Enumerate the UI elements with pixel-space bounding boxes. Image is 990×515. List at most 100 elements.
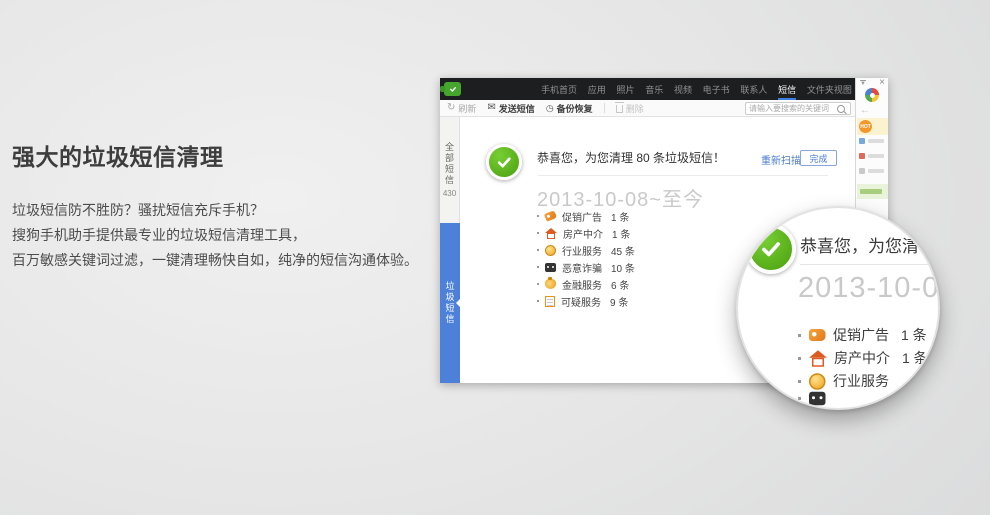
tab-folder-view[interactable]: 文件夹视图 bbox=[807, 78, 852, 100]
magnified-date: 2013-10-0 bbox=[798, 272, 939, 305]
category-label: 促销广告 bbox=[562, 209, 602, 224]
bullet bbox=[537, 300, 539, 302]
refresh-label: 刷新 bbox=[458, 102, 476, 115]
category-count: 9 条 bbox=[610, 294, 628, 309]
sidebar-item-junk-sms[interactable]: 垃圾短信 bbox=[440, 223, 460, 383]
refresh-icon bbox=[447, 103, 455, 113]
app-bullet-icon bbox=[859, 153, 865, 159]
tab-ebook[interactable]: 电子书 bbox=[703, 78, 730, 100]
category-row-industry[interactable]: 行业服务 45 条 bbox=[537, 244, 635, 256]
category-count: 1 条 bbox=[612, 226, 630, 241]
sms-sidebar: 全部短信 430 垃圾短信 bbox=[440, 117, 460, 383]
text-placeholder bbox=[868, 169, 884, 173]
app-logo-icon bbox=[444, 82, 461, 96]
delete-button[interactable]: 删除 bbox=[616, 102, 644, 115]
magnified-category-row-partial bbox=[798, 394, 825, 403]
category-row-finance[interactable]: 金融服务 6 条 bbox=[537, 278, 635, 290]
magnifier-callout: 恭喜您，为您清 2013-10-0 促销广告 1 条 房产中介 1 条 行业服务 bbox=[736, 206, 940, 410]
bullet bbox=[537, 249, 539, 251]
tab-music[interactable]: 音乐 bbox=[645, 78, 663, 100]
search-box[interactable] bbox=[745, 102, 851, 115]
marketing-line-3: 百万敏感关键词过滤，一键清理畅快自如，纯净的短信沟通体验。 bbox=[12, 248, 432, 273]
category-label: 促销广告 bbox=[833, 325, 889, 345]
category-row-suspicious[interactable]: 可疑服务 9 条 bbox=[537, 295, 635, 307]
category-list: 促销广告 1 条 房产中介 1 条 行业服务 45 条 bbox=[537, 210, 635, 307]
promo-tag-icon bbox=[809, 329, 826, 341]
send-sms-button[interactable]: 发送短信 bbox=[487, 102, 534, 115]
page-title: 强大的垃圾短信清理 bbox=[12, 138, 432, 172]
category-label: 可疑服务 bbox=[561, 294, 601, 309]
result-message: 恭喜您，为您清理 80 条垃圾短信！ bbox=[537, 149, 725, 166]
promo-list-item[interactable] bbox=[859, 168, 884, 174]
industry-coin-icon bbox=[545, 245, 556, 256]
clock-icon bbox=[546, 104, 554, 113]
magnified-category-row: 促销广告 1 条 bbox=[798, 325, 927, 345]
industry-coin-icon bbox=[809, 373, 826, 390]
tab-phone-home[interactable]: 手机首页 bbox=[541, 78, 577, 100]
category-label: 行业服务 bbox=[833, 371, 889, 391]
tab-photos[interactable]: 照片 bbox=[616, 78, 634, 100]
house-icon bbox=[809, 350, 827, 367]
backup-restore-label: 备份恢复 bbox=[557, 102, 593, 115]
promo-tag-icon bbox=[544, 210, 557, 222]
category-row-realestate[interactable]: 房产中介 1 条 bbox=[537, 227, 635, 239]
hot-banner[interactable]: HOT bbox=[857, 118, 888, 135]
tab-sms[interactable]: 短信 bbox=[778, 78, 796, 100]
app-header: 手机首页 应用 照片 音乐 视频 电子书 联系人 短信 文件夹视图 bbox=[440, 78, 855, 100]
marketing-line-1: 垃圾短信防不胜防？骚扰短信充斥手机？ bbox=[12, 198, 432, 223]
hot-badge: HOT bbox=[859, 120, 872, 133]
magnified-divider bbox=[800, 264, 940, 265]
back-arrow-icon[interactable] bbox=[860, 105, 870, 116]
category-label: 房产中介 bbox=[563, 226, 603, 241]
magnified-category-row: 房产中介 1 条 bbox=[798, 348, 928, 368]
app-bullet-icon bbox=[859, 168, 865, 174]
text-placeholder bbox=[868, 139, 884, 143]
app-bullet-icon bbox=[859, 138, 865, 144]
done-button[interactable]: 完成 bbox=[800, 150, 837, 166]
category-count: 6 条 bbox=[611, 277, 629, 292]
pin-icon[interactable] bbox=[860, 80, 866, 87]
refresh-button[interactable]: 刷新 bbox=[447, 102, 476, 115]
delete-label: 删除 bbox=[626, 102, 644, 115]
success-check-icon-large bbox=[746, 224, 796, 274]
search-input[interactable] bbox=[746, 104, 837, 113]
sidebar-item-all-sms[interactable]: 全部短信 430 bbox=[440, 117, 460, 223]
magnified-category-row: 行业服务 bbox=[798, 371, 889, 391]
toolbar-divider bbox=[604, 103, 605, 113]
marketing-copy: 强大的垃圾短信清理 垃圾短信防不胜防？骚扰短信充斥手机？ 搜狗手机助手提供最专业… bbox=[12, 138, 432, 273]
category-label: 行业服务 bbox=[562, 243, 602, 258]
tab-contacts[interactable]: 联系人 bbox=[740, 78, 767, 100]
send-sms-label: 发送短信 bbox=[499, 102, 535, 115]
category-row-promo[interactable]: 促销广告 1 条 bbox=[537, 210, 635, 222]
tab-video[interactable]: 视频 bbox=[674, 78, 692, 100]
promo-list-item[interactable] bbox=[859, 138, 884, 144]
text-placeholder bbox=[860, 189, 882, 194]
category-count: 1 条 bbox=[611, 209, 629, 224]
magnified-message: 恭喜您，为您清 bbox=[800, 232, 919, 257]
category-label: 金融服务 bbox=[562, 277, 602, 292]
scam-icon bbox=[809, 392, 826, 406]
trash-icon bbox=[616, 105, 623, 113]
category-count: 10 条 bbox=[611, 260, 635, 275]
category-row-scam[interactable]: 恶意诈骗 10 条 bbox=[537, 261, 635, 273]
success-check-icon bbox=[486, 144, 522, 180]
bullet bbox=[537, 232, 539, 234]
close-icon[interactable] bbox=[879, 78, 885, 88]
backup-restore-button[interactable]: 备份恢复 bbox=[546, 102, 593, 115]
nav-tabs: 手机首页 应用 照片 音乐 视频 电子书 联系人 短信 文件夹视图 bbox=[541, 78, 852, 100]
category-count: 1 条 bbox=[902, 348, 928, 368]
search-icon bbox=[837, 105, 845, 113]
tab-apps[interactable]: 应用 bbox=[588, 78, 606, 100]
browser-logo-icon bbox=[865, 88, 879, 102]
all-sms-count: 430 bbox=[443, 189, 456, 198]
download-banner[interactable] bbox=[857, 184, 888, 199]
bullet bbox=[798, 357, 801, 360]
rescan-link[interactable]: 重新扫描 bbox=[761, 152, 801, 167]
bullet bbox=[537, 266, 539, 268]
envelope-icon bbox=[487, 103, 495, 113]
text-placeholder bbox=[868, 154, 884, 158]
category-label: 恶意诈骗 bbox=[562, 260, 602, 275]
junk-sms-label: 垃圾短信 bbox=[444, 281, 457, 325]
promo-list-item[interactable] bbox=[859, 153, 884, 159]
bullet bbox=[537, 215, 539, 217]
